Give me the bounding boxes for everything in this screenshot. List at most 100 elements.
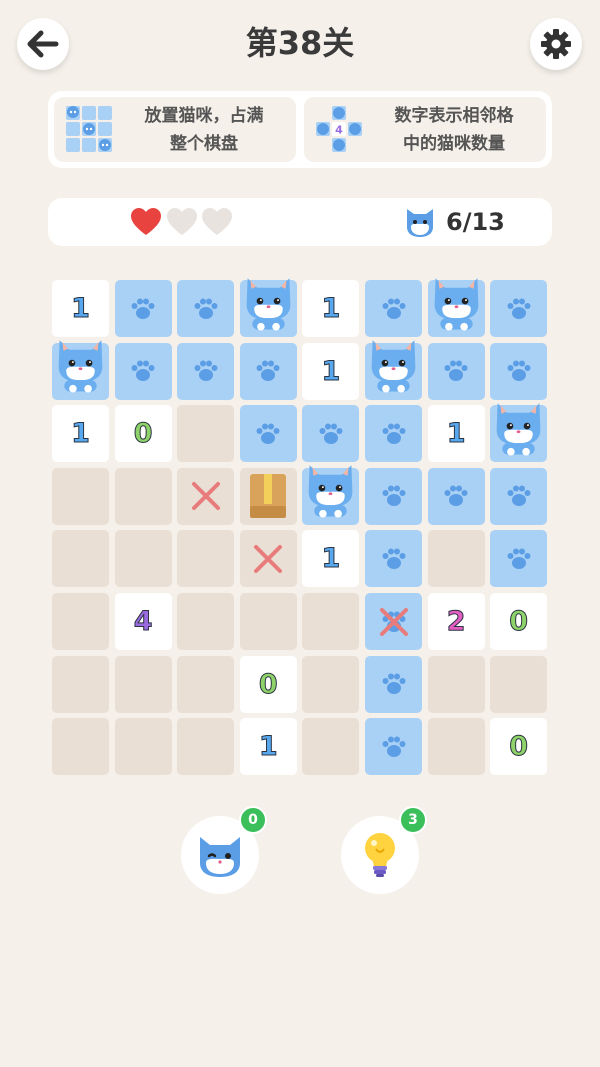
board-cell-number[interactable]: 2 — [427, 593, 485, 650]
board-cell-empty[interactable] — [114, 530, 172, 588]
board-cell-paw[interactable] — [177, 342, 235, 400]
board-cell-empty[interactable] — [177, 718, 235, 776]
settings-button[interactable] — [530, 18, 582, 70]
board-cell-paw[interactable] — [490, 530, 548, 588]
board-cell-empty[interactable] — [302, 718, 360, 776]
paw-icon — [444, 360, 468, 382]
cross-mark-icon — [254, 544, 283, 573]
board-cell-cat[interactable] — [427, 277, 485, 337]
board-cell-empty[interactable] — [114, 718, 172, 776]
cell-number: 1 — [321, 543, 341, 575]
board-cell-number[interactable]: 1 — [52, 405, 109, 463]
board-cell-empty[interactable] — [239, 593, 297, 650]
board-cell-empty[interactable] — [114, 467, 172, 525]
bulb-hint-button[interactable]: 3 — [341, 806, 427, 894]
board-cell-empty[interactable] — [177, 530, 235, 588]
board-cell-number[interactable]: 1 — [302, 342, 360, 400]
board-cell-empty[interactable] — [427, 718, 485, 776]
cell-number: 2 — [446, 606, 466, 638]
board-cell-paw[interactable] — [365, 655, 422, 713]
cat-count: 6/13 — [446, 208, 505, 236]
board-cell-paw[interactable] — [365, 530, 422, 588]
board-cell-empty[interactable] — [427, 655, 485, 713]
board-cell-paw[interactable] — [365, 405, 422, 463]
box-icon — [250, 474, 287, 519]
cell-number: 0 — [258, 668, 278, 700]
board-cell-number[interactable]: 0 — [239, 655, 297, 713]
board-cell-paw[interactable] — [490, 467, 548, 525]
bulb-hint-count-badge: 3 — [399, 806, 427, 834]
board-cell-paw[interactable] — [239, 342, 297, 400]
board-cell-cat[interactable] — [302, 465, 360, 525]
paw-icon — [319, 423, 343, 444]
board-cell-paw[interactable] — [114, 342, 172, 400]
cell-number: 4 — [133, 606, 153, 638]
paw-icon — [507, 298, 531, 319]
board-cell-box[interactable] — [239, 467, 297, 525]
paw-icon — [131, 298, 155, 319]
board-cell-cat[interactable] — [239, 277, 297, 337]
board-cell-paw[interactable] — [490, 342, 548, 400]
board-cell-number[interactable]: 1 — [302, 280, 360, 337]
board-cell-paw-marked[interactable] — [365, 593, 422, 650]
board-cell-paw[interactable] — [239, 405, 297, 463]
rule-1-line-2: 整个棋盘 — [170, 133, 238, 154]
board-cell-empty[interactable] — [52, 593, 109, 650]
cat-hint-count-badge: 0 — [239, 806, 267, 834]
board-cell-paw[interactable] — [114, 280, 172, 337]
board-cell-empty[interactable] — [52, 655, 109, 713]
board-cell-empty[interactable] — [302, 593, 360, 650]
board-cell-paw[interactable] — [427, 342, 485, 400]
board-cell-empty[interactable] — [52, 530, 109, 588]
cell-number: 1 — [446, 418, 466, 450]
board-cell-empty[interactable] — [177, 405, 235, 463]
board-cell-cat[interactable] — [365, 340, 422, 400]
rule-2-line-1: 数字表示相邻格 — [394, 105, 514, 126]
board-cell-number[interactable]: 0 — [114, 405, 172, 463]
number-neighbors-thumbnail: 4 — [312, 102, 370, 158]
board-cell-number[interactable]: 0 — [490, 718, 548, 776]
board-cell-cat[interactable] — [490, 402, 548, 463]
cat-icon — [496, 402, 541, 456]
board-cell-empty[interactable] — [490, 655, 548, 713]
paw-icon — [256, 360, 280, 382]
cell-number: 1 — [321, 355, 341, 387]
board-cell-number[interactable]: 1 — [52, 280, 109, 337]
cell-number: 1 — [71, 293, 91, 325]
board-cell-paw[interactable] — [302, 405, 360, 463]
board-cell-paw[interactable] — [365, 718, 422, 776]
cat-icon — [309, 465, 353, 518]
game-board: 1 1 1 1 0 1 1 4 2 0 0 1 0 — [52, 277, 548, 776]
board-cell-empty[interactable] — [427, 530, 485, 588]
paw-icon — [507, 485, 531, 507]
board-cell-number[interactable]: 1 — [427, 405, 485, 463]
board-cell-empty[interactable] — [114, 655, 172, 713]
heart-icon-empty — [167, 208, 197, 235]
board-cell-number[interactable]: 0 — [490, 593, 548, 650]
cell-number: 0 — [509, 606, 529, 638]
board-cell-empty[interactable] — [52, 718, 109, 776]
board-cell-paw[interactable] — [490, 280, 548, 337]
cell-number: 0 — [133, 418, 153, 450]
paw-icon — [382, 548, 405, 569]
board-cell-empty[interactable] — [177, 655, 235, 713]
board-cell-cat[interactable] — [52, 340, 109, 400]
board-cell-paw[interactable] — [427, 467, 485, 525]
board-cell-empty[interactable] — [52, 467, 109, 525]
board-cell-number[interactable]: 4 — [114, 593, 172, 650]
board-cell-empty[interactable] — [177, 593, 235, 650]
board-cell-marked[interactable] — [177, 467, 235, 525]
cross-mark-icon — [379, 607, 408, 636]
board-cell-paw[interactable] — [365, 280, 422, 337]
board-cell-marked[interactable] — [239, 530, 297, 588]
board-cell-paw[interactable] — [177, 280, 235, 337]
paw-icon — [382, 423, 405, 444]
board-cell-paw[interactable] — [365, 467, 422, 525]
board-cell-number[interactable]: 1 — [239, 718, 297, 776]
board-cell-empty[interactable] — [302, 655, 360, 713]
board-cell-number[interactable]: 1 — [302, 530, 360, 588]
thumb-number: 4 — [335, 123, 343, 136]
level-title: 第38关 — [245, 24, 355, 62]
cell-number: 1 — [258, 731, 278, 763]
cat-hint-button[interactable]: 0 — [181, 806, 267, 894]
